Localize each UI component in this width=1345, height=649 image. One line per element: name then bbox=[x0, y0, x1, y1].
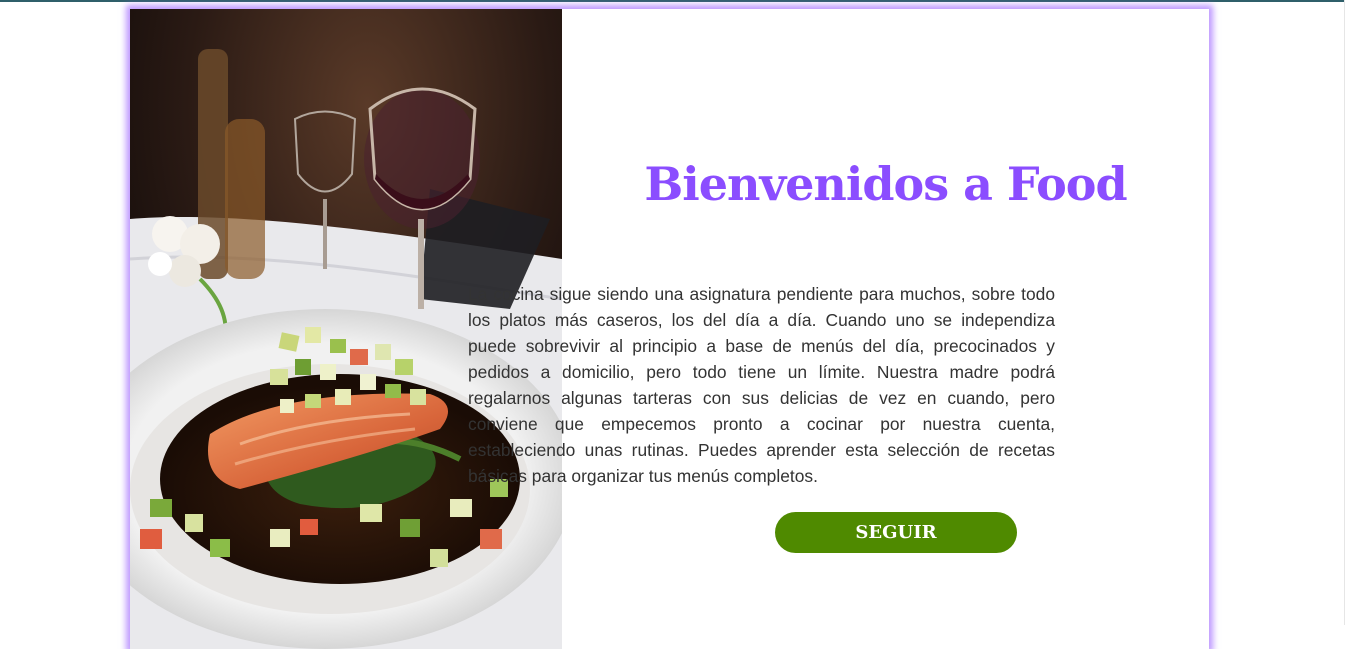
top-border-line bbox=[0, 0, 1345, 2]
page-title: Bienvenidos a Food bbox=[644, 157, 1127, 211]
intro-paragraph: La cocina sigue siendo una asignatura pe… bbox=[468, 284, 1055, 486]
seguir-button[interactable]: SEGUIR bbox=[775, 512, 1017, 553]
